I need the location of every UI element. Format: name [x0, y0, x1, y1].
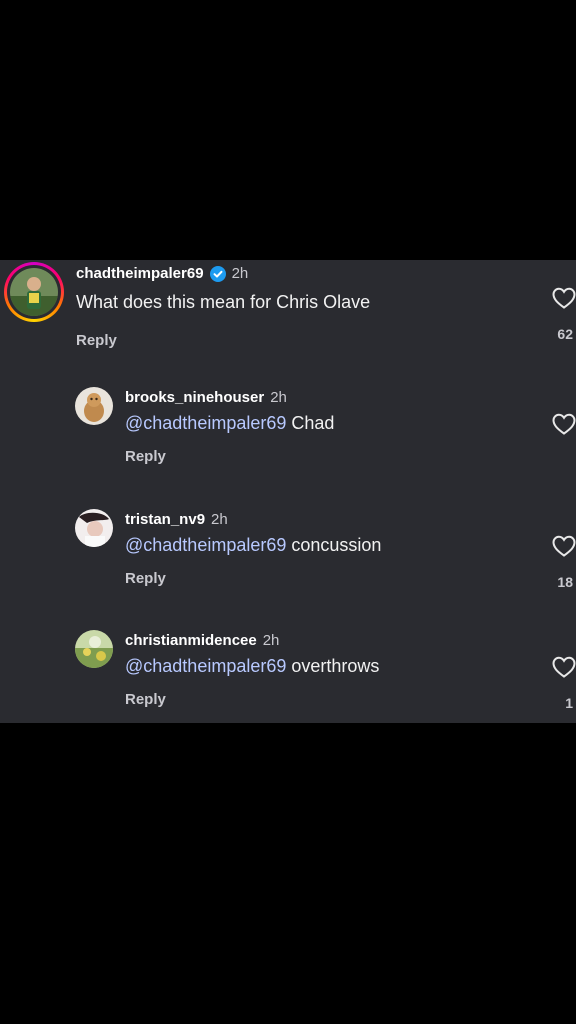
timestamp: 2h — [231, 265, 249, 282]
reply-button[interactable]: Reply — [76, 332, 117, 349]
comments-panel: chadtheimpaler69 2h What does this mean … — [0, 260, 576, 723]
like-heart-icon[interactable] — [551, 655, 576, 679]
avatar-image — [10, 268, 58, 316]
comment-body: Chad — [286, 413, 335, 433]
mention-link[interactable]: @chadtheimpaler69 — [125, 656, 286, 676]
comment-body: overthrows — [286, 656, 380, 676]
avatar-image — [75, 387, 113, 425]
reply-button[interactable]: Reply — [125, 448, 166, 465]
comment-body: concussion — [286, 535, 382, 555]
avatar[interactable] — [75, 387, 113, 425]
username[interactable]: chadtheimpaler69 — [76, 265, 204, 282]
reply-button[interactable]: Reply — [125, 570, 166, 587]
verified-badge-icon — [209, 265, 226, 282]
avatar[interactable] — [75, 630, 113, 668]
timestamp: 2h — [270, 389, 287, 406]
comment-text: @chadtheimpaler69 concussion — [125, 535, 381, 556]
story-ring[interactable] — [4, 262, 64, 322]
avatar[interactable] — [10, 268, 58, 316]
avatar[interactable] — [75, 509, 113, 547]
mention-link[interactable]: @chadtheimpaler69 — [125, 535, 286, 555]
timestamp: 2h — [262, 632, 280, 649]
timestamp: 2h — [211, 511, 228, 528]
username[interactable]: brooks_ninehouser — [125, 389, 264, 406]
comment-text: @chadtheimpaler69 overthrows — [125, 656, 379, 677]
username[interactable]: christianmidencee — [125, 632, 257, 649]
like-count: 18 — [557, 574, 573, 590]
avatar-image — [75, 509, 113, 547]
reply-button[interactable]: Reply — [125, 691, 166, 708]
like-heart-icon[interactable] — [551, 534, 576, 558]
comment-text: @chadtheimpaler69 Chad — [125, 413, 334, 434]
avatar-image — [75, 630, 113, 668]
like-count: 1 — [565, 695, 573, 711]
like-count: 62 — [557, 326, 573, 342]
mention-link[interactable]: @chadtheimpaler69 — [125, 413, 286, 433]
like-heart-icon[interactable] — [551, 286, 576, 310]
username[interactable]: tristan_nv9 — [125, 511, 205, 528]
like-heart-icon[interactable] — [551, 412, 576, 436]
comment-text: What does this mean for Chris Olave — [76, 292, 371, 312]
